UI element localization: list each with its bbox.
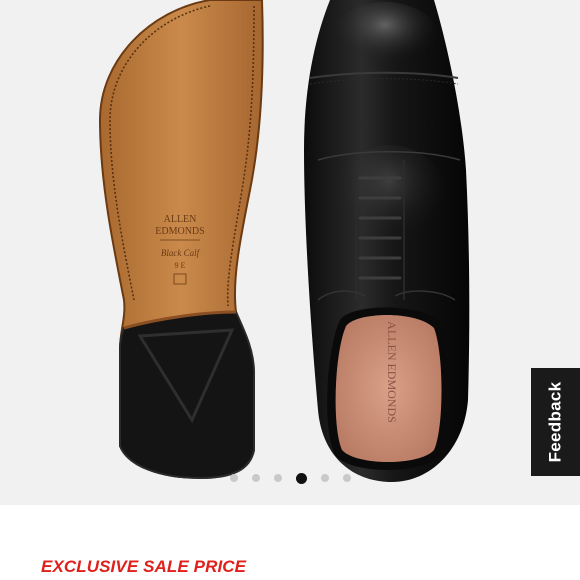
shoe-upper: ALLEN EDMONDS: [304, 0, 470, 482]
shoe-sole: ALLEN EDMONDS Black Calf 9 E: [98, 0, 264, 480]
svg-text:9 E: 9 E: [175, 261, 186, 270]
carousel-dot[interactable]: [273, 474, 282, 482]
insole-stamp: ALLEN EDMONDS: [385, 321, 399, 423]
feedback-button[interactable]: Feedback: [531, 368, 580, 476]
carousel-dot-active[interactable]: [295, 472, 307, 484]
svg-text:EDMONDS: EDMONDS: [155, 226, 204, 237]
carousel-dot[interactable]: [229, 474, 238, 482]
carousel-dot[interactable]: [251, 474, 260, 482]
svg-text:ALLEN: ALLEN: [164, 214, 197, 225]
carousel-dot[interactable]: [342, 474, 351, 482]
svg-text:Black Calf: Black Calf: [161, 248, 201, 258]
feedback-label: Feedback: [545, 381, 565, 463]
sale-price-label: EXCLUSIVE SALE PRICE: [41, 557, 247, 576]
carousel-pagination: [0, 472, 580, 484]
carousel-dot[interactable]: [320, 474, 329, 482]
product-photo[interactable]: ALLEN EDMONDS Black Calf 9 E ALLEN EDMON…: [0, 0, 580, 505]
product-image-gallery[interactable]: ALLEN EDMONDS Black Calf 9 E ALLEN EDMON…: [0, 0, 580, 505]
